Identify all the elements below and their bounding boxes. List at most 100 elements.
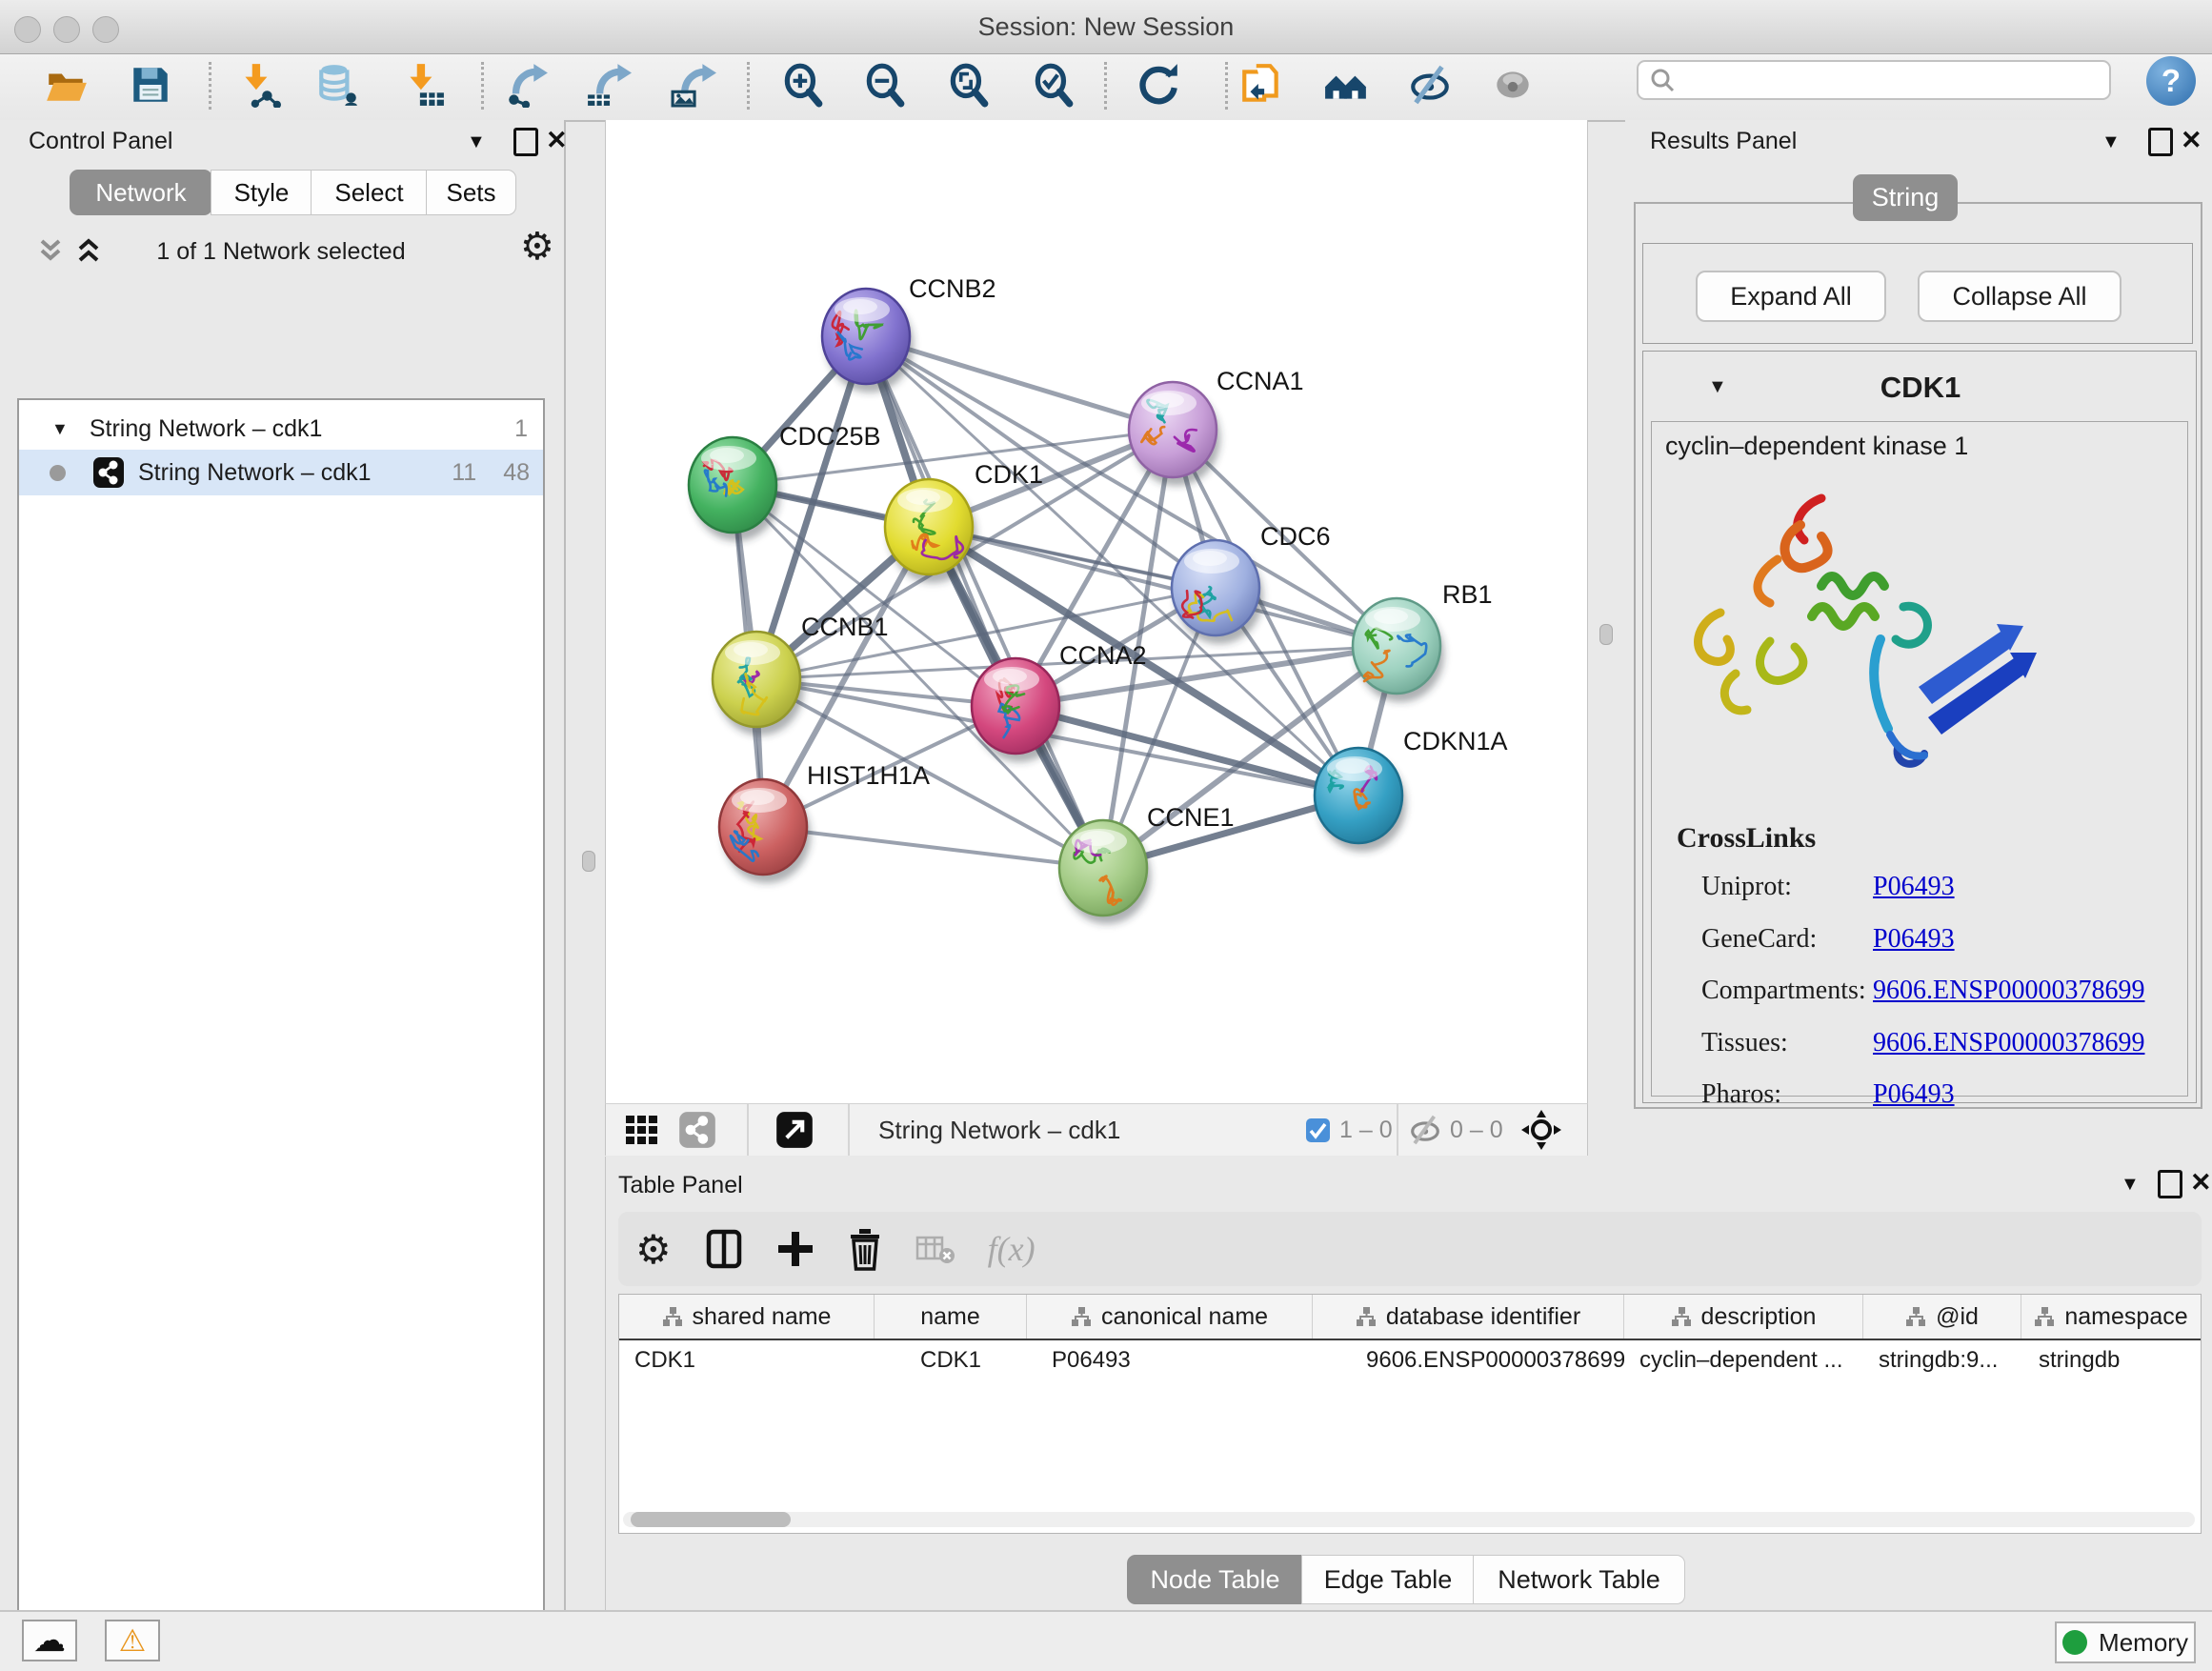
hide-graphics-details-button[interactable] bbox=[1405, 60, 1455, 110]
export-table-button[interactable] bbox=[584, 60, 633, 110]
hidden-elements-button[interactable] bbox=[1408, 1104, 1442, 1156]
export-network-button[interactable] bbox=[502, 60, 552, 110]
search-input[interactable] bbox=[1637, 60, 2111, 100]
column-header[interactable]: @id bbox=[1863, 1295, 2021, 1339]
network-view-toolbar: String Network – cdk1 1 – 0 0 – 0 bbox=[605, 1103, 1588, 1156]
tab-style[interactable]: Style bbox=[211, 170, 312, 215]
results-panel-title: Results Panel bbox=[1650, 128, 1797, 155]
tab-node-table[interactable]: Node Table bbox=[1127, 1555, 1303, 1604]
cloud-button[interactable]: ☁ bbox=[22, 1620, 77, 1661]
tab-select[interactable]: Select bbox=[311, 170, 428, 215]
close-panel-icon[interactable]: ✕ bbox=[2181, 128, 2202, 153]
trash-icon[interactable] bbox=[847, 1227, 883, 1271]
collapse-all-tree-icon[interactable] bbox=[34, 236, 67, 270]
zoom-selected-button[interactable] bbox=[1028, 60, 1077, 110]
current-network-dot-icon bbox=[50, 465, 66, 481]
crosslinks-title: CrossLinks bbox=[1677, 822, 1816, 855]
grid-view-button[interactable] bbox=[623, 1104, 661, 1156]
graph-node-HIST1H1A[interactable]: HIST1H1A bbox=[719, 761, 930, 883]
close-panel-icon[interactable]: ✕ bbox=[2190, 1170, 2212, 1196]
import-database-button[interactable] bbox=[313, 60, 363, 110]
columns-icon[interactable] bbox=[704, 1228, 744, 1270]
maximize-panel-icon[interactable] bbox=[513, 128, 538, 156]
selected-checkbox[interactable] bbox=[1305, 1104, 1331, 1156]
column-header[interactable]: name bbox=[875, 1295, 1027, 1339]
gear-glyph: ⚙ bbox=[520, 226, 554, 268]
tab-network-table[interactable]: Network Table bbox=[1473, 1555, 1685, 1604]
cell-database-identifier: 9606.ENSP00000378699 bbox=[1313, 1340, 1624, 1380]
table-row[interactable]: CDK1 CDK1 P06493 9606.ENSP00000378699 cy… bbox=[619, 1340, 2201, 1380]
crosslink-compartments[interactable]: 9606.ENSP00000378699 bbox=[1873, 976, 2144, 1006]
help-button[interactable]: ? bbox=[2146, 56, 2196, 106]
duplicate-view-button[interactable] bbox=[1237, 60, 1286, 110]
apply-layout-button[interactable] bbox=[1134, 60, 1183, 110]
tab-edge-table[interactable]: Edge Table bbox=[1301, 1555, 1475, 1604]
cell-description: cyclin–dependent ... bbox=[1624, 1340, 1863, 1380]
crosslink-pharos[interactable]: P06493 bbox=[1873, 1079, 1955, 1110]
import-table-button[interactable] bbox=[398, 60, 448, 110]
crosslink-genecard[interactable]: P06493 bbox=[1873, 924, 1955, 955]
save-session-button[interactable] bbox=[126, 60, 175, 110]
column-header[interactable]: namespace bbox=[2021, 1295, 2201, 1339]
scrollbar-thumb[interactable] bbox=[631, 1512, 791, 1527]
fit-selected-button[interactable] bbox=[1520, 1104, 1562, 1156]
result-gene-name: CDK1 bbox=[1643, 371, 2198, 405]
zoom-fit-button[interactable] bbox=[943, 60, 993, 110]
main-toolbar: ? bbox=[0, 54, 2212, 122]
network-graph[interactable]: CCNB2CCNA1CDC25BCDK1CDC6RB1CCNB1CCNA2CDK… bbox=[606, 120, 1587, 1103]
network-collection-row[interactable]: ▼ String Network – cdk1 1 bbox=[19, 408, 543, 450]
refresh-icon bbox=[1136, 62, 1181, 108]
memory-button[interactable]: Memory bbox=[2055, 1621, 2196, 1663]
tab-sets[interactable]: Sets bbox=[426, 170, 516, 215]
crosslink-tissues[interactable]: 9606.ENSP00000378699 bbox=[1873, 1028, 2144, 1058]
horizontal-scrollbar[interactable] bbox=[623, 1512, 2195, 1527]
column-header[interactable]: canonical name bbox=[1027, 1295, 1313, 1339]
maximize-panel-icon[interactable] bbox=[2148, 128, 2173, 156]
add-column-icon[interactable] bbox=[776, 1228, 814, 1270]
export-table-icon bbox=[586, 62, 632, 108]
zoom-in-button[interactable] bbox=[777, 60, 827, 110]
float-panel-icon[interactable]: ▼ bbox=[2101, 131, 2121, 153]
gear-icon[interactable]: ⚙ bbox=[635, 1226, 672, 1273]
toolbar-separator bbox=[747, 62, 750, 110]
string-view-button[interactable] bbox=[678, 1104, 716, 1156]
tab-network[interactable]: Network bbox=[70, 170, 212, 215]
show-graphics-details-button[interactable] bbox=[1488, 60, 1538, 110]
graph-node-CDC6[interactable]: CDC6 bbox=[1172, 522, 1331, 644]
crosslink-uniprot[interactable]: P06493 bbox=[1873, 872, 1955, 902]
network-row-selected[interactable]: String Network – cdk1 11 48 bbox=[19, 450, 543, 495]
cdk1-section: ▼ CDK1 cyclin–dependent kinase 1 bbox=[1642, 351, 2197, 1103]
expand-all-tree-icon[interactable] bbox=[72, 236, 105, 270]
home-button[interactable] bbox=[1321, 60, 1371, 110]
float-panel-icon[interactable]: ▼ bbox=[2121, 1174, 2140, 1196]
column-header[interactable]: shared name bbox=[619, 1295, 875, 1339]
graph-node-RB1[interactable]: RB1 bbox=[1353, 580, 1493, 702]
warnings-button[interactable]: ⚠ bbox=[105, 1620, 160, 1661]
tree-expander-icon[interactable]: ▼ bbox=[51, 419, 69, 439]
left-splitter-handle[interactable] bbox=[582, 851, 595, 872]
tab-string[interactable]: String bbox=[1853, 174, 1958, 221]
crosshair-icon bbox=[1520, 1109, 1562, 1151]
column-header[interactable]: description bbox=[1624, 1295, 1863, 1339]
graph-node-CCNE1[interactable]: CCNE1 bbox=[1059, 803, 1235, 924]
right-splitter-handle[interactable] bbox=[1599, 624, 1613, 645]
string-network-icon bbox=[92, 456, 125, 489]
import-network-button[interactable] bbox=[233, 60, 283, 110]
graph-node-CDC25B[interactable]: CDC25B bbox=[689, 422, 881, 541]
maximize-panel-icon[interactable] bbox=[2158, 1170, 2182, 1198]
graph-node-CDKN1A[interactable]: CDKN1A bbox=[1315, 727, 1508, 852]
close-panel-icon[interactable]: ✕ bbox=[546, 128, 568, 153]
collapse-all-button[interactable]: Collapse All bbox=[1918, 271, 2122, 322]
export-image-button[interactable] bbox=[669, 60, 718, 110]
float-panel-icon[interactable]: ▼ bbox=[467, 131, 486, 153]
tab-label: Style bbox=[234, 178, 290, 208]
open-view-button[interactable] bbox=[775, 1104, 814, 1156]
grid-icon bbox=[623, 1111, 661, 1149]
zoom-out-button[interactable] bbox=[859, 60, 909, 110]
open-file-button[interactable] bbox=[42, 60, 91, 110]
expand-all-button[interactable]: Expand All bbox=[1696, 271, 1886, 322]
gear-icon[interactable]: ⚙ bbox=[520, 225, 554, 269]
graph-node-CCNA1[interactable]: CCNA1 bbox=[1129, 367, 1304, 486]
column-header[interactable]: database identifier bbox=[1313, 1295, 1624, 1339]
network-canvas[interactable]: CCNB2CCNA1CDC25BCDK1CDC6RB1CCNB1CCNA2CDK… bbox=[605, 120, 1588, 1103]
